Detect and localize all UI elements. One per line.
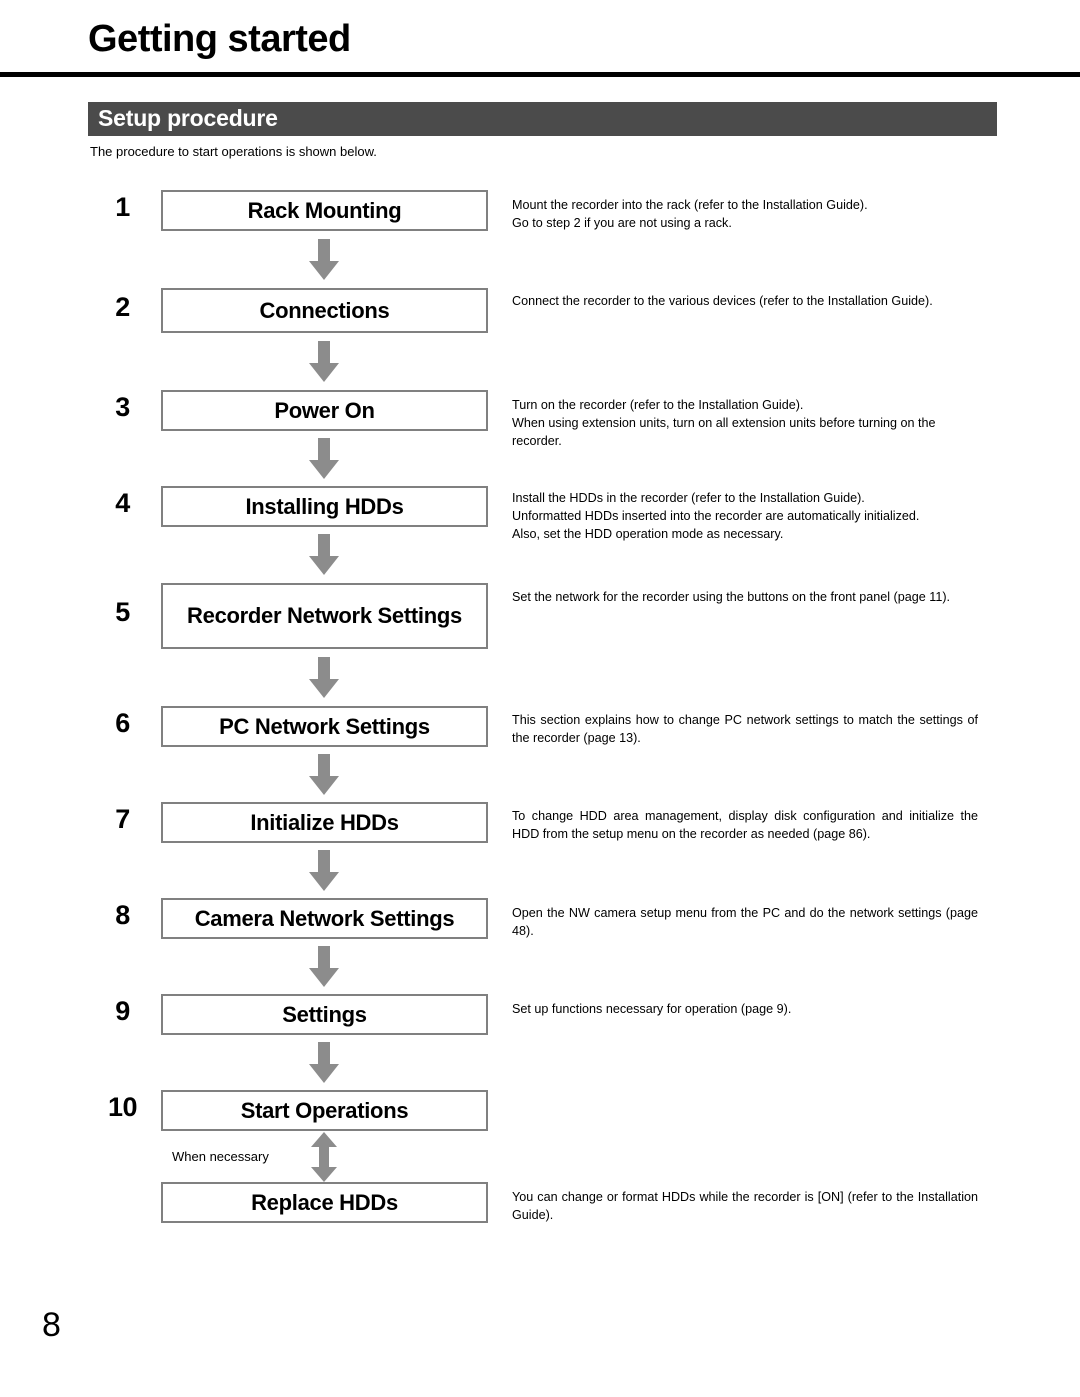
step-description: Connect the recorder to the various devi… (512, 292, 978, 310)
step-description-line: You can change or format HDDs while the … (512, 1190, 978, 1222)
step-description-line: Set the network for the recorder using t… (512, 590, 951, 604)
step-description: To change HDD area management, display d… (512, 807, 978, 843)
step-description: Set the network for the recorder using t… (512, 588, 978, 606)
step-box-recorder-network-settings: Recorder Network Settings (161, 583, 488, 649)
step-box-connections: Connections (161, 288, 488, 333)
step-box-pc-network-settings: PC Network Settings (161, 706, 488, 747)
flow-arrow-down-icon (306, 656, 342, 699)
step-number-9: 9 (115, 995, 130, 1026)
flow-arrow-bidirectional-icon (306, 1131, 342, 1182)
step-box-rack-mounting: Rack Mounting (161, 190, 488, 231)
step-number-8: 8 (115, 899, 130, 930)
step-description-line: Unformatted HDDs inserted into the recor… (512, 509, 920, 523)
step-box-label: Replace HDDs (251, 1189, 398, 1215)
step-description-line: Set up functions necessary for operation… (512, 1002, 792, 1016)
step-description-line: Open the NW camera setup menu from the P… (512, 906, 978, 938)
step-number-1: 1 (115, 191, 130, 222)
step-box-label: Recorder Network Settings (187, 603, 462, 629)
step-box-power-on: Power On (161, 390, 488, 431)
when-necessary-note: When necessary (172, 1148, 269, 1164)
flow-arrow-down-icon (306, 1041, 342, 1084)
step-description: Mount the recorder into the rack (refer … (512, 196, 978, 232)
flow-arrow-down-icon (306, 238, 342, 281)
step-description: You can change or format HDDs while the … (512, 1188, 978, 1224)
step-description: Turn on the recorder (refer to the Insta… (512, 396, 978, 450)
step-box-label: Settings (282, 1001, 367, 1027)
flow-arrow-down-icon (306, 437, 342, 480)
step-box-label: PC Network Settings (219, 713, 430, 739)
flow-arrow-down-icon (306, 945, 342, 988)
step-description-line: This section explains how to change PC n… (512, 713, 978, 745)
step-number-6: 6 (115, 707, 130, 738)
step-description: Open the NW camera setup menu from the P… (512, 904, 978, 940)
step-description-line: When using extension units, turn on all … (512, 416, 936, 448)
step-description-line: Also, set the HDD operation mode as nece… (512, 527, 784, 541)
step-box-label: Start Operations (240, 1097, 409, 1123)
step-box-settings: Settings (161, 994, 488, 1035)
step-description-line: Connect the recorder to the various devi… (512, 294, 933, 308)
step-number-5: 5 (115, 597, 130, 627)
step-box-camera-network-settings: Camera Network Settings (161, 898, 488, 939)
step-description-line: Mount the recorder into the rack (refer … (512, 198, 868, 212)
step-number-10: 10 (107, 1091, 138, 1122)
step-box-label: Initialize HDDs (250, 809, 399, 835)
step-description-line: Turn on the recorder (refer to the Insta… (512, 398, 804, 412)
step-box-label: Connections (259, 297, 390, 323)
flow-arrow-down-icon (306, 849, 342, 892)
step-box-label: Installing HDDs (245, 493, 404, 519)
step-box-replace-hdds: Replace HDDs (161, 1182, 488, 1223)
step-box-label: Camera Network Settings (194, 905, 455, 931)
step-box-start-operations: Start Operations (161, 1090, 488, 1131)
page-number: 8 (42, 1306, 61, 1344)
step-box-initialize-hdds: Initialize HDDs (161, 802, 488, 843)
step-description: Set up functions necessary for operation… (512, 1000, 978, 1018)
flow-arrow-down-icon (306, 340, 342, 383)
step-description-line: To change HDD area management, display d… (512, 809, 978, 841)
step-number-7: 7 (115, 803, 130, 834)
step-box-installing-hdds: Installing HDDs (161, 486, 488, 527)
step-number-2: 2 (115, 291, 130, 322)
flow-arrow-down-icon (306, 534, 342, 576)
setup-procedure-flowchart: 1 Rack Mounting Mount the recorder into th… (0, 0, 1080, 1397)
step-number-3: 3 (115, 391, 130, 422)
step-box-label: Rack Mounting (247, 197, 402, 223)
step-number-4: 4 (115, 487, 130, 518)
step-description-line: Install the HDDs in the recorder (refer … (512, 491, 865, 505)
step-description-line: Go to step 2 if you are not using a rack… (512, 216, 732, 230)
step-description: This section explains how to change PC n… (512, 711, 978, 747)
step-box-label: Power On (274, 397, 375, 423)
step-description: Install the HDDs in the recorder (refer … (512, 489, 978, 543)
flow-arrow-down-icon (306, 753, 342, 796)
